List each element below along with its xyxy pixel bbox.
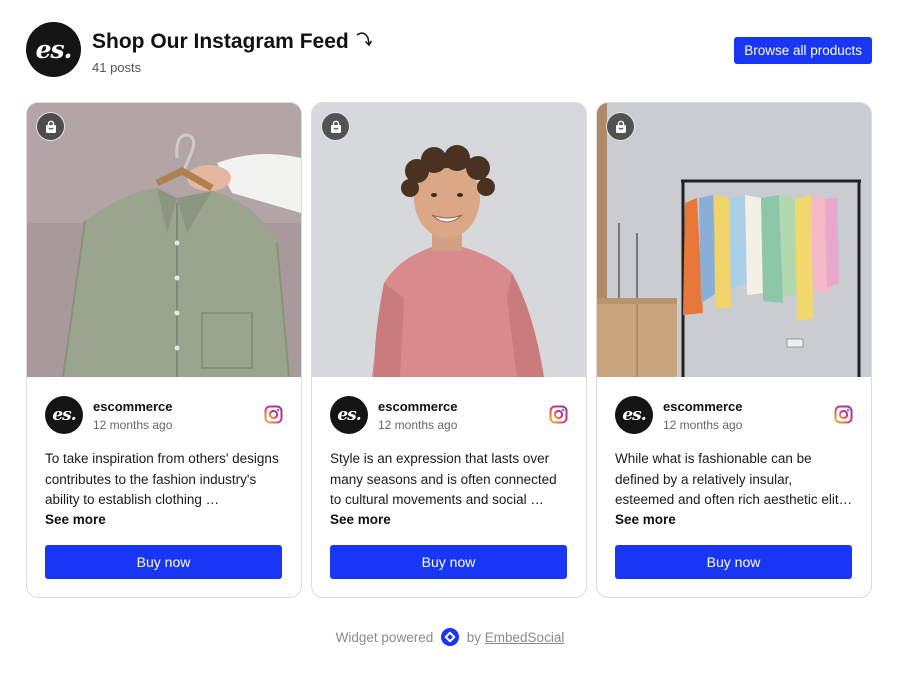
post-caption: Style is an expression that lasts over m… (330, 451, 557, 508)
shopping-bag-icon[interactable] (321, 112, 350, 141)
widget-footer: Widget powered by EmbedSocial (0, 628, 900, 646)
brand-logo: es. (26, 22, 81, 77)
posts-count: 41 posts (92, 60, 142, 75)
embedsocial-link[interactable]: EmbedSocial (485, 630, 565, 645)
author-avatar[interactable]: es. (330, 396, 368, 434)
post-time: 12 months ago (663, 418, 743, 432)
curved-arrow-icon (355, 30, 373, 54)
instagram-icon[interactable] (264, 405, 283, 424)
shopping-bag-icon[interactable] (606, 112, 635, 141)
see-more-link[interactable]: See more (330, 512, 391, 527)
buy-now-button[interactable]: Buy now (45, 545, 282, 579)
feed-title: Shop Our Instagram Feed (92, 30, 373, 54)
feed-header: es. Shop Our Instagram Feed 41 posts Bro… (26, 22, 872, 78)
post-caption: While what is fashionable can be defined… (615, 451, 853, 508)
embedsocial-logo-icon (440, 628, 459, 646)
author-name[interactable]: escommerce (93, 399, 173, 414)
browse-all-products-button[interactable]: Browse all products (734, 37, 872, 64)
author-name[interactable]: escommerce (663, 399, 743, 414)
post-time: 12 months ago (93, 418, 173, 432)
post-caption: To take inspiration from others' designs… (45, 451, 279, 508)
instagram-icon[interactable] (549, 405, 568, 424)
buy-now-button[interactable]: Buy now (330, 545, 567, 579)
post-card[interactable]: es. escommerce 12 months ago To take ins… (26, 102, 302, 598)
post-time: 12 months ago (378, 418, 458, 432)
post-card[interactable]: es. escommerce 12 months ago While what … (596, 102, 872, 598)
buy-now-button[interactable]: Buy now (615, 545, 852, 579)
see-more-link[interactable]: See more (45, 512, 106, 527)
feed-title-text: Shop Our Instagram Feed (92, 30, 349, 53)
footer-by: by (466, 630, 482, 645)
see-more-link[interactable]: See more (615, 512, 676, 527)
post-image-shirt[interactable] (27, 103, 301, 377)
footer-prefix: Widget powered (335, 630, 434, 645)
shopping-bag-icon[interactable] (36, 112, 65, 141)
author-avatar[interactable]: es. (45, 396, 83, 434)
author-name[interactable]: escommerce (378, 399, 458, 414)
instagram-icon[interactable] (834, 405, 853, 424)
author-avatar[interactable]: es. (615, 396, 653, 434)
post-image-rack[interactable] (597, 103, 871, 377)
post-card[interactable]: es. escommerce 12 months ago Style is an… (311, 102, 587, 598)
post-image-person[interactable] (312, 103, 586, 377)
